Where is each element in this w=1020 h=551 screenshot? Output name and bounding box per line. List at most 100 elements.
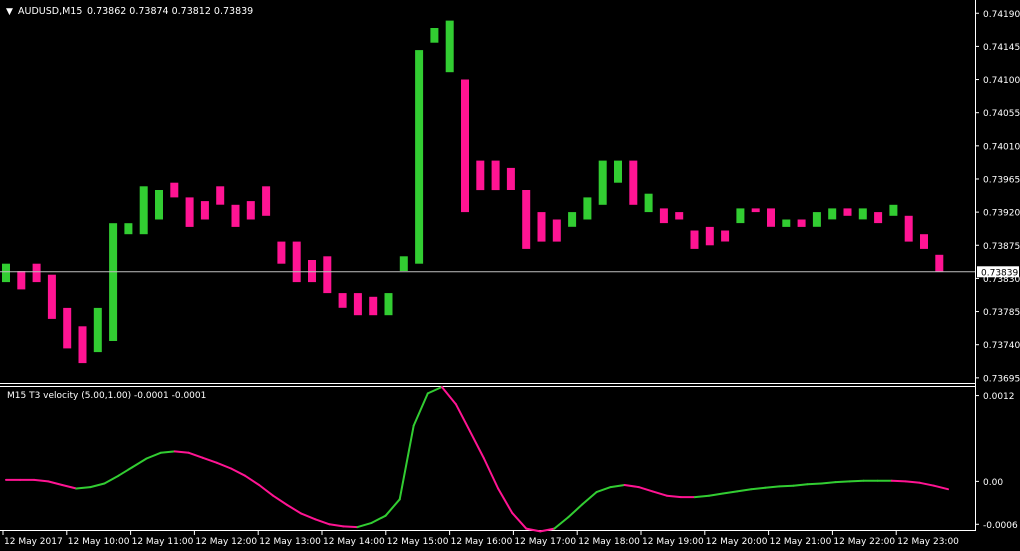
candle-bearish [32,263,41,283]
candle-bearish [767,208,775,227]
time-tick-label: 12 May 23:00 [897,537,959,547]
candle-bearish [935,254,944,272]
candle-bullish [384,293,393,316]
time-tick-label: 12 May 11:00 [132,537,194,547]
candle-bullish [614,160,622,183]
indicator-tick-label: 0.0012 [983,392,1015,402]
velocity-line-segment [778,484,795,488]
candle-bearish [506,167,515,190]
candle-bearish [659,208,668,224]
price-tick-label: 0.73875 [983,242,1020,252]
candle-bullish [93,307,102,353]
velocity-line-segment [820,481,837,485]
velocity-line-segment [904,480,921,484]
chart-menu-triangle-icon[interactable]: ▼ [6,7,13,17]
velocity-line-segment [764,485,781,489]
time-tick-label: 12 May 12:00 [195,537,257,547]
candle-bearish [369,296,378,316]
candle-bullish [139,186,148,235]
price-tick-label: 0.74055 [983,109,1020,119]
price-tick-label: 0.73965 [983,175,1020,185]
candle-bearish [721,230,730,242]
price-tick-label: 0.73920 [983,209,1020,219]
candle-bullish [445,20,454,73]
time-tick-label: 12 May 19:00 [642,537,704,547]
candle-bearish [63,307,72,349]
candle-bearish [78,326,87,364]
chart-quote: 0.73862 0.73874 0.73812 0.73839 [87,6,253,17]
velocity-line-segment [848,479,865,483]
time-tick-label: 12 May 2017 [4,537,63,547]
time-tick-label: 12 May 14:00 [323,537,385,547]
velocity-line-segment [750,486,767,491]
velocity-line-segment [834,480,851,484]
candle-bullish [858,208,867,220]
chart-symbol: AUDUSD,M15 [18,6,82,17]
candle-bullish [812,212,821,227]
velocity-line-segment [159,450,176,454]
velocity-line-segment [806,482,823,486]
time-tick-label: 12 May 16:00 [451,537,513,547]
candle-bullish [736,208,745,224]
candle-bearish [797,219,806,227]
candle-bullish [155,190,163,220]
velocity-line-segment [173,450,190,454]
time-tick-label: 12 May 10:00 [68,537,130,547]
candle-bullish [399,256,408,271]
candle-bullish [415,50,424,264]
candle-bearish [537,212,546,242]
velocity-line-segment [342,525,359,529]
candle-bearish [246,201,255,220]
candle-bearish [751,208,760,213]
price-tick-label: 0.74145 [983,43,1020,53]
time-tick-label: 12 May 17:00 [514,537,576,547]
candle-bearish [904,215,913,242]
indicator-tick-label: 0.00 [983,478,1003,488]
velocity-line-segment [693,494,710,499]
candle-bullish [568,212,577,227]
candle-bearish [705,226,714,246]
candle-bullish [598,160,607,205]
candle-bullish [889,204,898,216]
candle-bearish [17,271,26,290]
candle-bearish [170,182,179,198]
candle-bearish [292,241,301,283]
candle-bullish [828,208,837,220]
candle-bearish [216,186,225,205]
time-tick-label: 12 May 18:00 [578,537,640,547]
candle-bearish [308,260,316,283]
candle-bearish [200,201,209,220]
price-tick-label: 0.73740 [983,341,1020,351]
candle-bullish [644,193,653,213]
time-tick-label: 12 May 21:00 [770,537,832,547]
candle-bearish [461,79,469,213]
velocity-line-segment [75,486,92,490]
candle-bearish [323,256,332,294]
candle-bullish [782,219,791,227]
candle-bearish [843,208,852,216]
candle-bearish [231,204,240,227]
price-tick-label: 0.74100 [983,76,1020,86]
candle-bearish [262,186,271,216]
candle-bearish [629,160,638,205]
price-tick-label: 0.73695 [983,374,1020,384]
candle-bearish [353,293,362,316]
time-tick-label: 12 May 15:00 [387,537,449,547]
candle-bearish [552,219,561,242]
candle-bullish [2,263,10,283]
time-tick-label: 12 May 13:00 [259,537,321,547]
candle-bullish [430,28,439,43]
candle-bullish [124,223,133,235]
candle-bearish [675,212,684,220]
indicator-label: M15 T3 velocity (5.00,1.00) -0.0001 -0.0… [7,391,206,401]
price-tick-label: 0.74190 [983,10,1020,20]
price-tick-label: 0.74010 [983,142,1020,152]
candle-bearish [476,160,485,191]
time-tick-label: 12 May 22:00 [833,537,895,547]
indicator-tick-label: -0.0006 [983,521,1018,531]
candle-bullish [109,223,118,341]
candle-bearish [874,212,883,224]
price-tick-label: 0.73785 [983,308,1020,318]
candle-bearish [338,293,347,308]
candle-bearish [920,234,928,249]
